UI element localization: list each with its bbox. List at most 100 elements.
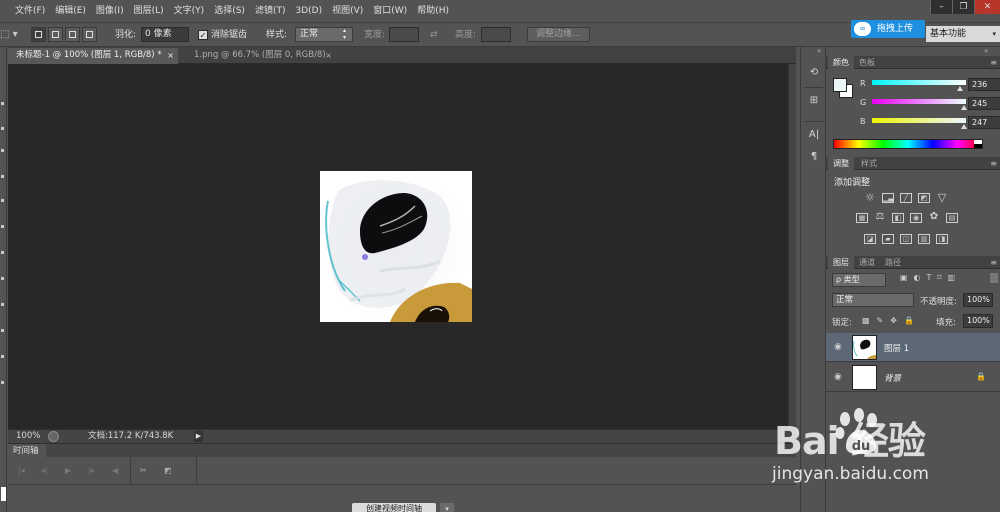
- split-icon[interactable]: ✂: [140, 466, 147, 476]
- layer-row-background[interactable]: ◉ 背景 🔒: [826, 363, 1000, 392]
- vertical-scrollbar[interactable]: [788, 64, 796, 429]
- collapse-icon[interactable]: «: [817, 47, 821, 55]
- subtract-selection-icon[interactable]: [65, 27, 80, 42]
- proof-icon[interactable]: [48, 431, 59, 442]
- new-selection-icon[interactable]: [31, 27, 46, 42]
- paragraph-icon[interactable]: ¶: [806, 149, 822, 165]
- layer-filter-icons[interactable]: ▣◐T⌑▥: [900, 273, 961, 282]
- prev-frame-icon[interactable]: ◂|: [41, 466, 48, 476]
- posterize-icon[interactable]: ▰: [882, 234, 894, 244]
- opacity-input[interactable]: 100%: [963, 293, 993, 307]
- fill-input[interactable]: 100%: [963, 314, 993, 328]
- audio-icon[interactable]: ◀: [112, 466, 118, 476]
- chevron-down-icon[interactable]: ▾: [440, 503, 454, 512]
- menu-select[interactable]: 选择(S): [209, 0, 250, 22]
- create-video-timeline-button[interactable]: 创建视频时间轴: [352, 503, 436, 512]
- color-balance-icon[interactable]: ⚖: [874, 212, 886, 223]
- close-icon[interactable]: ×: [325, 48, 332, 63]
- curves-icon[interactable]: ╱: [900, 193, 912, 203]
- channel-mixer-icon[interactable]: ✿: [928, 212, 940, 223]
- panel-menu-icon[interactable]: ≡: [990, 256, 997, 269]
- tab-channels[interactable]: 通道: [854, 256, 880, 269]
- gradient-map-icon[interactable]: ▥: [918, 234, 930, 244]
- foreground-color-swatch[interactable]: [833, 78, 847, 92]
- feather-input[interactable]: 0 像素: [141, 27, 189, 42]
- status-menu-arrow-icon[interactable]: ▶: [194, 431, 203, 442]
- tab-adjustments[interactable]: 调整: [828, 157, 854, 170]
- black-white-icon[interactable]: ◧: [892, 213, 904, 223]
- next-frame-icon[interactable]: |▸: [88, 466, 95, 476]
- upload-button[interactable]: ∞ 拖拽上传: [851, 20, 925, 38]
- menu-image[interactable]: 图像(I): [91, 0, 129, 22]
- tools-panel-edge[interactable]: [0, 47, 7, 512]
- document-canvas[interactable]: [320, 171, 472, 322]
- brightness-icon[interactable]: ☼: [864, 192, 876, 203]
- height-input[interactable]: [481, 27, 511, 42]
- blue-slider-track[interactable]: [872, 118, 966, 123]
- marquee-tool-icon[interactable]: ⬚ ▾: [0, 27, 22, 43]
- color-lookup-icon[interactable]: ▤: [946, 213, 958, 223]
- menu-filter[interactable]: 滤镜(T): [250, 0, 291, 22]
- tab-color[interactable]: 颜色: [828, 56, 854, 69]
- eye-icon[interactable]: ◉: [834, 342, 844, 352]
- canvas-area[interactable]: [8, 64, 788, 429]
- color-spectrum-bar[interactable]: [833, 139, 983, 149]
- threshold-icon[interactable]: ◫: [900, 234, 912, 244]
- panel-menu-icon[interactable]: ≡: [990, 157, 997, 170]
- tab-swatches[interactable]: 色板: [854, 56, 880, 69]
- minimize-button[interactable]: –: [930, 0, 952, 14]
- close-icon[interactable]: ×: [167, 48, 174, 63]
- slider-thumb[interactable]: [961, 105, 967, 110]
- first-frame-icon[interactable]: |◂: [18, 466, 25, 476]
- eye-icon[interactable]: ◉: [834, 372, 844, 382]
- intersect-selection-icon[interactable]: [82, 27, 97, 42]
- layer-name[interactable]: 背景: [884, 372, 901, 384]
- width-input[interactable]: [389, 27, 419, 42]
- add-selection-icon[interactable]: [48, 27, 63, 42]
- slider-thumb[interactable]: [961, 124, 967, 129]
- character-icon[interactable]: A|: [806, 127, 822, 143]
- panel-menu-icon[interactable]: ≡: [990, 56, 997, 69]
- foreground-color-swatch[interactable]: [1, 487, 6, 501]
- play-icon[interactable]: ▶: [65, 466, 71, 476]
- layer-filter-select[interactable]: ρ 类型: [832, 273, 886, 287]
- blue-value-input[interactable]: 247: [968, 116, 1000, 129]
- exposure-icon[interactable]: ◩: [918, 193, 930, 203]
- zoom-level[interactable]: 100%: [16, 430, 40, 443]
- menu-view[interactable]: 视图(V): [327, 0, 368, 22]
- menu-window[interactable]: 窗口(W): [368, 0, 412, 22]
- collapse-panels-icon[interactable]: «: [984, 47, 988, 55]
- photo-filter-icon[interactable]: ◉: [910, 213, 922, 223]
- green-value-input[interactable]: 245: [968, 97, 1000, 110]
- hue-saturation-icon[interactable]: ▦: [856, 213, 868, 223]
- menu-layer[interactable]: 图层(L): [129, 0, 169, 22]
- slider-thumb[interactable]: [957, 86, 963, 91]
- red-slider-track[interactable]: [872, 80, 966, 85]
- swap-icon[interactable]: ⇄: [430, 27, 438, 43]
- tab-styles[interactable]: 样式: [856, 157, 882, 170]
- filter-toggle[interactable]: [990, 273, 998, 283]
- red-value-input[interactable]: 236: [968, 78, 1000, 91]
- maximize-button[interactable]: ❐: [952, 0, 974, 14]
- refine-edge-button[interactable]: 调整边缘...: [527, 27, 590, 42]
- menu-type[interactable]: 文字(Y): [169, 0, 210, 22]
- menu-edit[interactable]: 编辑(E): [50, 0, 91, 22]
- style-select[interactable]: 正常: [295, 27, 353, 42]
- history-icon[interactable]: ⟲: [806, 65, 822, 81]
- lock-icons[interactable]: ▩✎✥🔒: [862, 316, 921, 325]
- menu-file[interactable]: 文件(F): [10, 0, 50, 22]
- transition-icon[interactable]: ◩: [164, 466, 172, 476]
- tab-1-png[interactable]: 1.png @ 66.7% (图层 0, RGB/8) ×: [186, 48, 336, 64]
- antialias-checkbox[interactable]: ✓: [198, 30, 208, 40]
- tab-untitled-1[interactable]: 未标题-1 @ 100% (图层 1, RGB/8) * ×: [8, 48, 178, 64]
- levels-icon[interactable]: ▁▃: [882, 193, 894, 203]
- invert-icon[interactable]: ◪: [864, 234, 876, 244]
- tab-paths[interactable]: 路径: [880, 256, 906, 269]
- menu-help[interactable]: 帮助(H): [412, 0, 454, 22]
- selective-color-icon[interactable]: ◨: [936, 234, 948, 244]
- layer-name[interactable]: 图层 1: [884, 342, 909, 354]
- layer-row-1[interactable]: ◉ 图层 1: [826, 333, 1000, 362]
- blend-mode-select[interactable]: 正常: [832, 293, 914, 307]
- menu-3d[interactable]: 3D(D): [290, 0, 327, 22]
- tab-layers[interactable]: 图层: [828, 256, 854, 269]
